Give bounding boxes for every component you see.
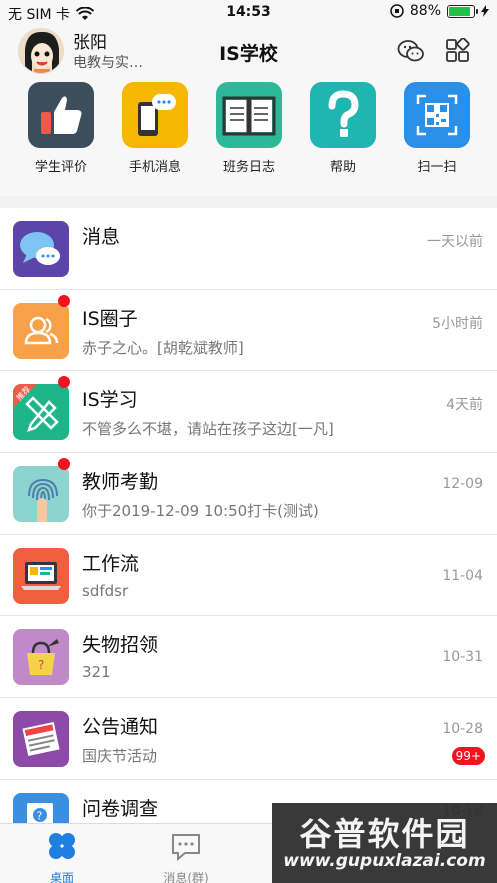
item-title: 消息: [82, 226, 121, 248]
item-title: 失物招领: [82, 634, 159, 657]
question-icon: [310, 82, 376, 148]
qr-scan-icon: [404, 82, 470, 148]
shortcut-label: 手机消息: [128, 160, 181, 175]
shortcut-class-log[interactable]: 班务日志: [204, 82, 294, 175]
item-time: 12-09: [442, 476, 483, 493]
laptop-icon: [13, 547, 69, 604]
item-subtitle: 国庆节活动: [82, 747, 158, 766]
shortcut-label: 扫一扫: [417, 160, 457, 175]
clover-desktop-icon: [49, 833, 75, 859]
survey-icon: ?: [13, 792, 69, 823]
item-title: IS圈子: [82, 307, 138, 330]
wechat-icon[interactable]: [397, 38, 425, 64]
shortcut-label: 班务日志: [222, 160, 275, 175]
battery-percent: 88%: [409, 3, 441, 19]
shortcut-phone-message[interactable]: 手机消息: [110, 82, 200, 175]
list-item[interactable]: ? 失物招领 321 10-31: [0, 616, 497, 699]
item-subtitle: 赤子之心。[胡乾斌教师]: [82, 338, 244, 357]
shortcut-help[interactable]: 帮助: [298, 82, 388, 175]
battery-icon: [447, 4, 478, 18]
watermark: 谷普软件园 www.gupuxlazai.com: [272, 803, 497, 883]
item-title: 问卷调查: [82, 797, 159, 820]
message-group-icon: [172, 834, 200, 862]
item-title: IS学习: [82, 389, 138, 412]
list-item[interactable]: 工作流 sdfdsr 11-04: [0, 535, 497, 617]
item-time: 11-04: [442, 567, 483, 584]
item-title: 公告通知: [82, 716, 159, 739]
shortcut-label: 学生评价: [34, 160, 87, 175]
tab-desktop[interactable]: 桌面: [2, 830, 122, 883]
apps-grid-icon[interactable]: [444, 38, 472, 64]
item-time: 4天前: [446, 397, 483, 414]
unread-dot: [58, 376, 70, 389]
list-item[interactable]: IS圈子 赤子之心。[胡乾斌教师] 5小时前: [0, 290, 497, 372]
module-list: 消息 一天以前 IS圈子 赤子之心。[胡乾斌教师] 5小时前 推荐 IS学习 不…: [0, 208, 497, 823]
unread-dot: [58, 458, 70, 471]
status-bar: 无 SIM 卡 14:53 88%: [0, 0, 497, 24]
tab-messages-group[interactable]: 消息(群): [126, 830, 246, 883]
watermark-url: www.gupuxlazai.com: [283, 851, 486, 871]
watermark-title: 谷普软件园: [299, 815, 470, 853]
app-header: 张阳 电教与实… IS学校 学生评价 手机消息 班务日志 帮助 扫一扫: [0, 24, 497, 196]
shortcut-student-evaluation[interactable]: 学生评价: [16, 82, 106, 175]
item-subtitle: 321: [82, 663, 111, 682]
chat-bubbles-icon: [13, 221, 69, 277]
list-item[interactable]: 教师考勤 你于2019-12-09 10:50打卡(测试) 12-09: [0, 453, 497, 535]
shortcut-scan[interactable]: 扫一扫: [392, 82, 482, 175]
tab-label: 消息(群): [163, 871, 209, 883]
svg-text:?: ?: [38, 658, 44, 672]
shortcut-grid: 学生评价 手机消息 班务日志 帮助 扫一扫: [0, 82, 497, 182]
list-item[interactable]: 公告通知 国庆节活动 10-28 99+: [0, 698, 497, 780]
item-subtitle: sdfdsr: [82, 581, 129, 600]
item-time: 一天以前: [427, 234, 483, 250]
phone-message-icon: [122, 82, 188, 148]
item-time: 10-31: [442, 649, 483, 666]
svg-text:?: ?: [37, 809, 43, 822]
unread-dot: [58, 294, 70, 307]
charging-bolt-icon: [481, 5, 489, 17]
unread-count-badge: 99+: [451, 747, 485, 766]
item-time: 10-28: [442, 721, 483, 738]
item-title: 工作流: [82, 552, 140, 575]
item-time: 5小时前: [432, 315, 483, 332]
item-subtitle: 不管多么不堪，请站在孩子这边[一凡]: [82, 420, 334, 439]
newspaper-icon: [13, 711, 69, 768]
orientation-lock-icon: [390, 4, 404, 18]
item-subtitle: 你于2019-12-09 10:50打卡(测试): [82, 502, 319, 521]
item-title: 教师考勤: [82, 471, 159, 494]
lost-found-bag-icon: ?: [13, 629, 69, 686]
status-right: 88%: [390, 3, 489, 19]
list-item[interactable]: 推荐 IS学习 不管多么不堪，请站在孩子这边[一凡] 4天前: [0, 371, 497, 454]
thumbs-up-icon: [28, 82, 94, 148]
pencil-ruler-icon: 推荐: [13, 384, 69, 441]
shortcut-label: 帮助: [329, 160, 356, 175]
tab-label: 桌面: [49, 871, 74, 883]
list-item[interactable]: 消息 一天以前: [0, 208, 497, 290]
fingerprint-icon: [13, 466, 69, 523]
book-icon: [216, 82, 282, 148]
people-icon: [13, 302, 69, 359]
